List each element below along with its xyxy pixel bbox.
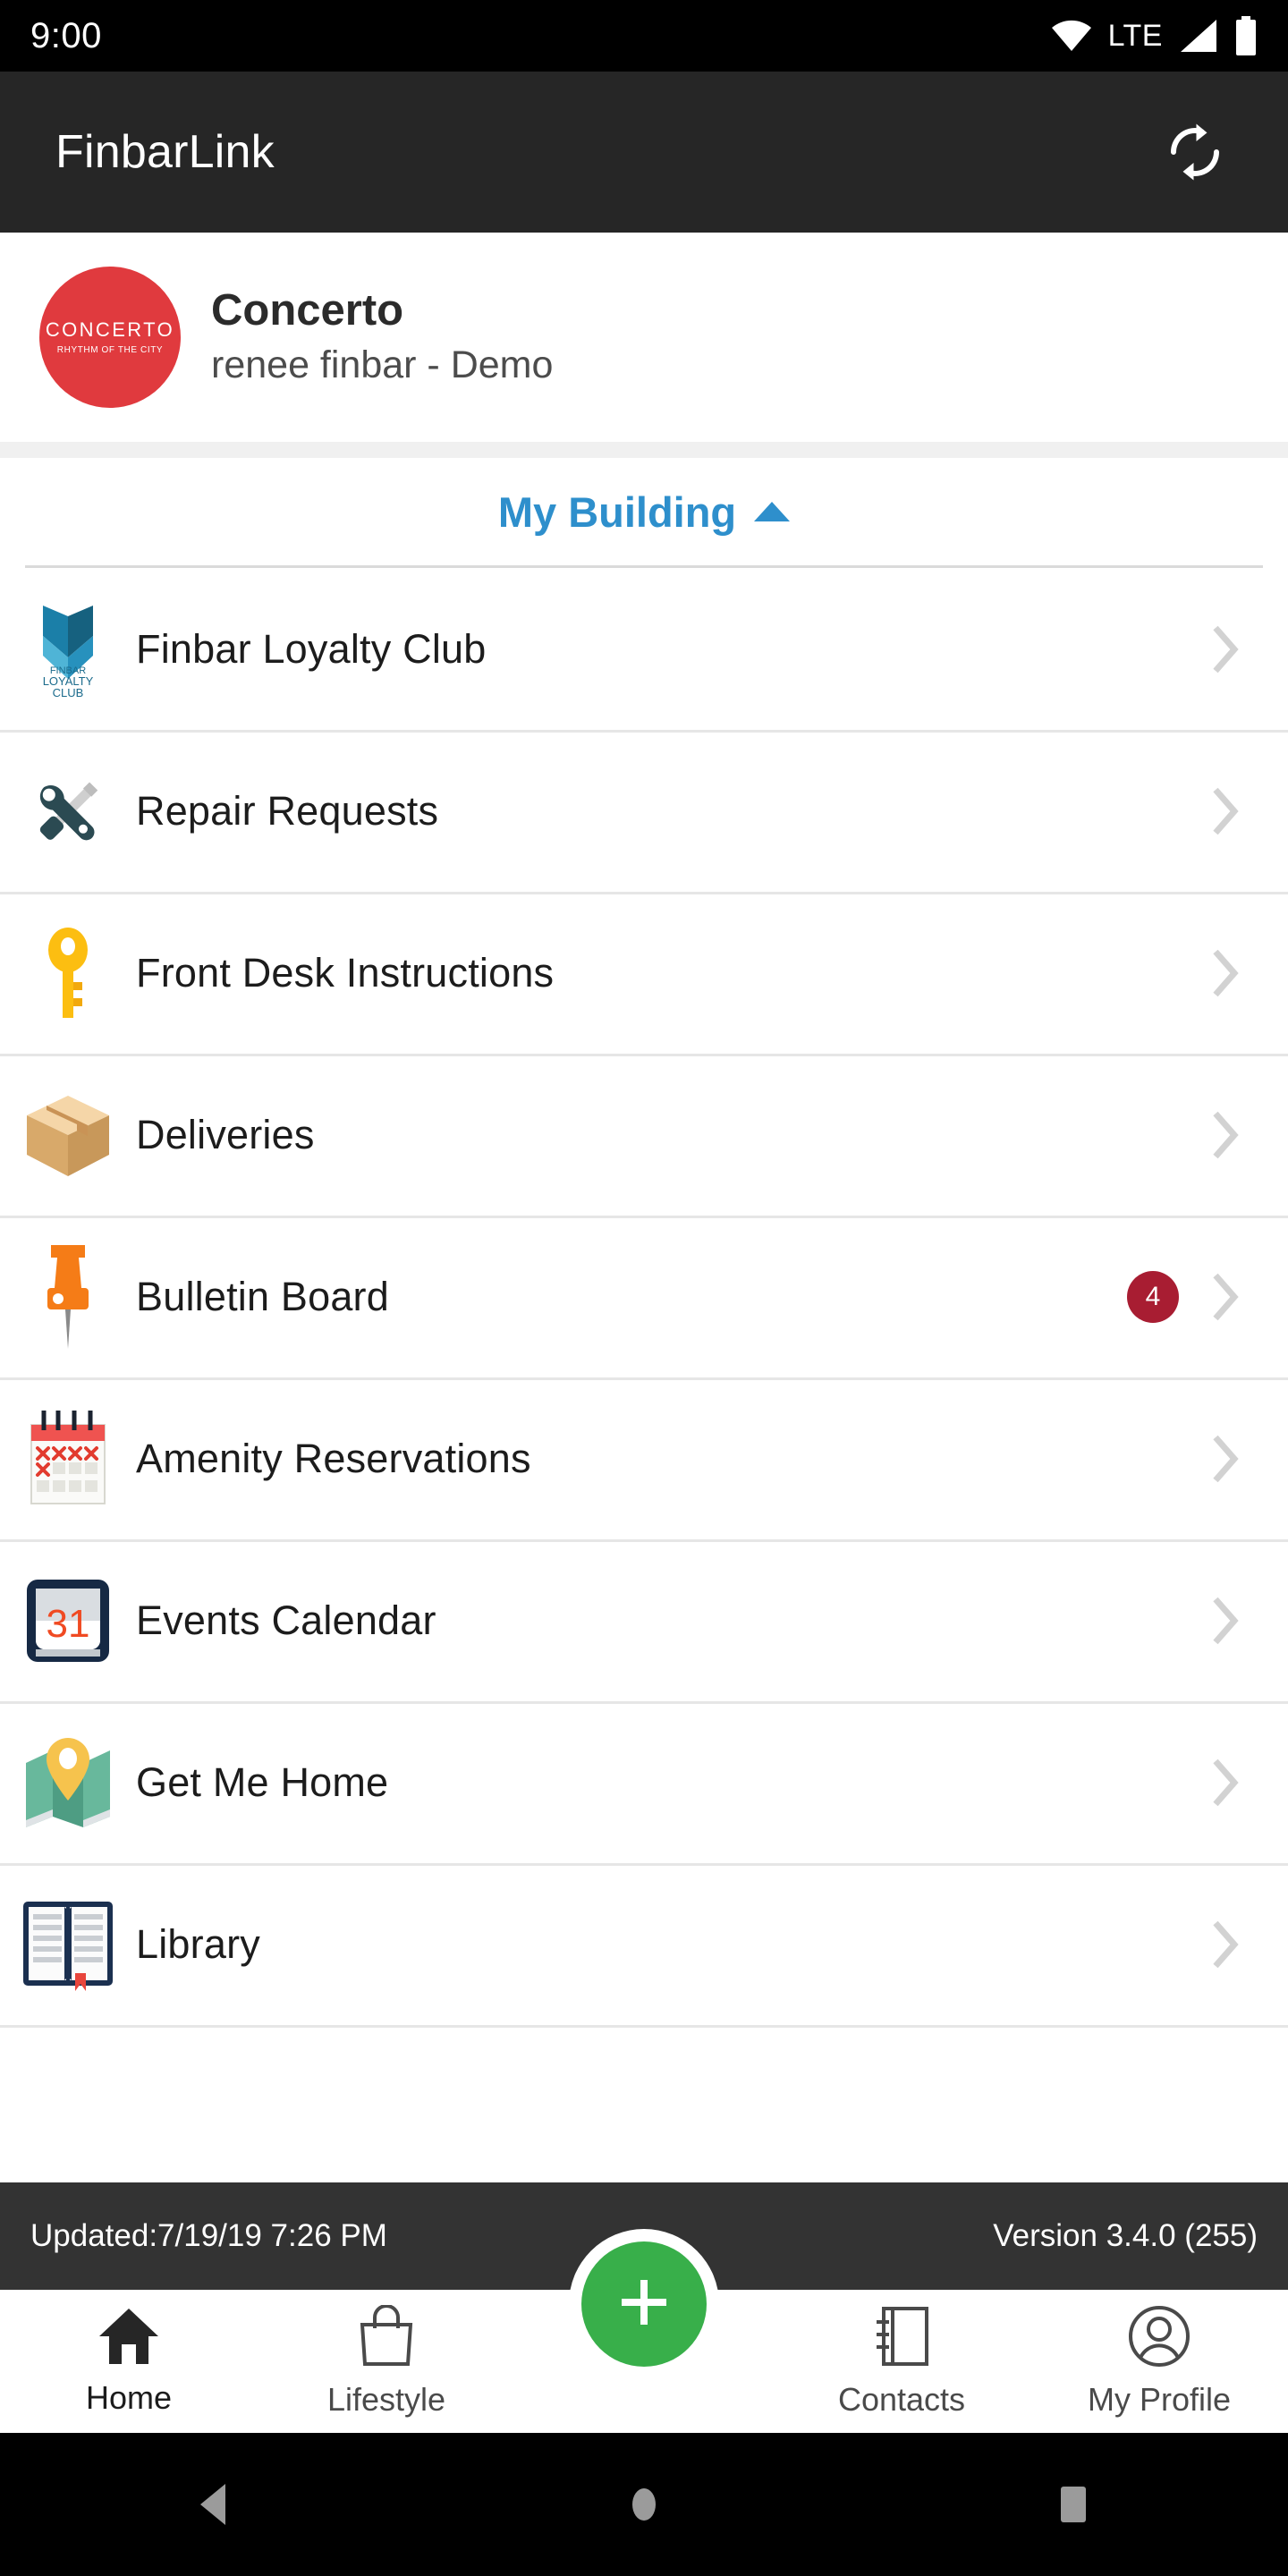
app-version-label: Version 3.4.0 (255): [993, 2218, 1258, 2253]
nav-item-lifestyle[interactable]: Lifestyle: [258, 2290, 515, 2433]
package-icon: [0, 1089, 136, 1182]
chevron-right-icon: [1206, 1433, 1245, 1485]
logo-tagline-text: RHYTHM OF THE CITY: [56, 344, 164, 355]
chevron-right-icon: [1206, 1271, 1245, 1323]
pushpin-icon: [0, 1241, 136, 1352]
caret-up-icon[interactable]: [754, 502, 791, 521]
list-item-label: Amenity Reservations: [136, 1435, 531, 1481]
add-button[interactable]: [581, 2241, 707, 2367]
network-type-label: LTE: [1107, 18, 1163, 53]
organization-name: Concerto: [211, 286, 404, 335]
map-pin-icon: [0, 1734, 136, 1831]
battery-icon: [1234, 16, 1258, 55]
status-bar: 9:00 LTE: [0, 0, 1288, 72]
list-item[interactable]: Repair Requests: [0, 730, 1288, 892]
chevron-right-icon: [1206, 1919, 1245, 1970]
nav-item-label: Home: [85, 2378, 173, 2416]
status-clock: 9:00: [30, 15, 102, 55]
refresh-icon[interactable]: [1152, 109, 1238, 195]
status-badge: 4: [1127, 1270, 1179, 1323]
chevron-right-icon: [1206, 1757, 1245, 1809]
nav-item-home[interactable]: Home: [0, 2290, 258, 2433]
section-gap-divider: [0, 442, 1288, 458]
list-item-label: Front Desk Instructions: [136, 949, 555, 996]
nav-item-my-profile[interactable]: My Profile: [1030, 2290, 1288, 2433]
bottom-navigation-bar: Home Lifestyle Contacts My Profile: [0, 2229, 1288, 2433]
person-circle-icon: [1128, 2305, 1191, 2372]
nav-item-label: Contacts: [837, 2380, 966, 2418]
wifi-icon: [1051, 20, 1092, 52]
organization-logo: CONCERTO RHYTHM OF THE CITY: [39, 267, 181, 408]
nav-item-contacts[interactable]: Contacts: [773, 2290, 1030, 2433]
menu-list: FINBAR LOYALTY CLUB Finbar Loyalty Club: [0, 568, 1288, 2025]
nav-item-label: Lifestyle: [326, 2380, 446, 2418]
back-triangle-icon[interactable]: [195, 2482, 234, 2527]
chevron-right-icon: [1206, 947, 1245, 999]
chevron-right-icon: [1206, 785, 1245, 837]
signal-icon: [1179, 19, 1218, 53]
app-title: FinbarLink: [55, 126, 275, 178]
list-item-label: Deliveries: [136, 1111, 315, 1157]
tools-icon: [0, 767, 136, 856]
list-item[interactable]: Bulletin Board 4: [0, 1216, 1288, 1377]
list-item[interactable]: 31 Events Calendar: [0, 1539, 1288, 1701]
chevron-right-icon: [1206, 1595, 1245, 1647]
finbar-loyalty-club-icon: FINBAR LOYALTY CLUB: [0, 600, 136, 699]
section-header-my-building[interactable]: My Building: [0, 458, 1288, 565]
user-subtitle: renee finbar - Demo: [211, 343, 554, 387]
list-item[interactable]: Deliveries: [0, 1054, 1288, 1216]
list-bottom-space: [0, 2025, 1288, 2182]
chevron-right-icon: [1206, 623, 1245, 675]
home-icon: [97, 2307, 160, 2370]
list-item[interactable]: Library: [0, 1863, 1288, 2025]
svg-text:31: 31: [47, 1602, 90, 1646]
status-icon-group: LTE: [1051, 16, 1258, 55]
last-updated-label: Updated:7/19/19 7:26 PM: [30, 2218, 387, 2253]
key-icon: [0, 927, 136, 1020]
logo-primary-text: CONCERTO: [45, 318, 175, 341]
nav-item-label: My Profile: [1087, 2380, 1232, 2418]
app-bar: FinbarLink: [0, 72, 1288, 233]
list-item[interactable]: Front Desk Instructions: [0, 892, 1288, 1054]
list-item[interactable]: Amenity Reservations: [0, 1377, 1288, 1539]
list-item-label: Finbar Loyalty Club: [136, 625, 487, 672]
shopping-bag-icon: [357, 2303, 416, 2372]
calendar-31-icon: 31: [0, 1574, 136, 1667]
list-item[interactable]: Get Me Home: [0, 1701, 1288, 1863]
list-item-label: Events Calendar: [136, 1597, 436, 1643]
profile-header[interactable]: CONCERTO RHYTHM OF THE CITY Concerto ren…: [0, 233, 1288, 442]
plus-icon: [613, 2271, 675, 2338]
list-item[interactable]: FINBAR LOYALTY CLUB Finbar Loyalty Club: [0, 568, 1288, 730]
app-screen: 9:00 LTE FinbarLink CONCERTO RHYTHM OF T…: [0, 0, 1288, 2576]
recents-square-icon[interactable]: [1054, 2482, 1093, 2527]
section-title: My Building: [497, 487, 737, 536]
list-item-label: Repair Requests: [136, 787, 439, 834]
list-item-label: Get Me Home: [136, 1758, 389, 1805]
svg-text:CLUB: CLUB: [53, 686, 84, 699]
profile-text-block: Concerto renee finbar - Demo: [211, 286, 554, 387]
list-item-label: Library: [136, 1920, 260, 1967]
address-book-icon: [873, 2305, 930, 2372]
open-book-icon: [0, 1898, 136, 1991]
chevron-right-icon: [1206, 1109, 1245, 1161]
android-navigation-bar: [0, 2433, 1288, 2576]
spiral-calendar-icon: [0, 1409, 136, 1509]
list-item-label: Bulletin Board: [136, 1273, 389, 1319]
home-circle-icon[interactable]: [624, 2482, 664, 2527]
